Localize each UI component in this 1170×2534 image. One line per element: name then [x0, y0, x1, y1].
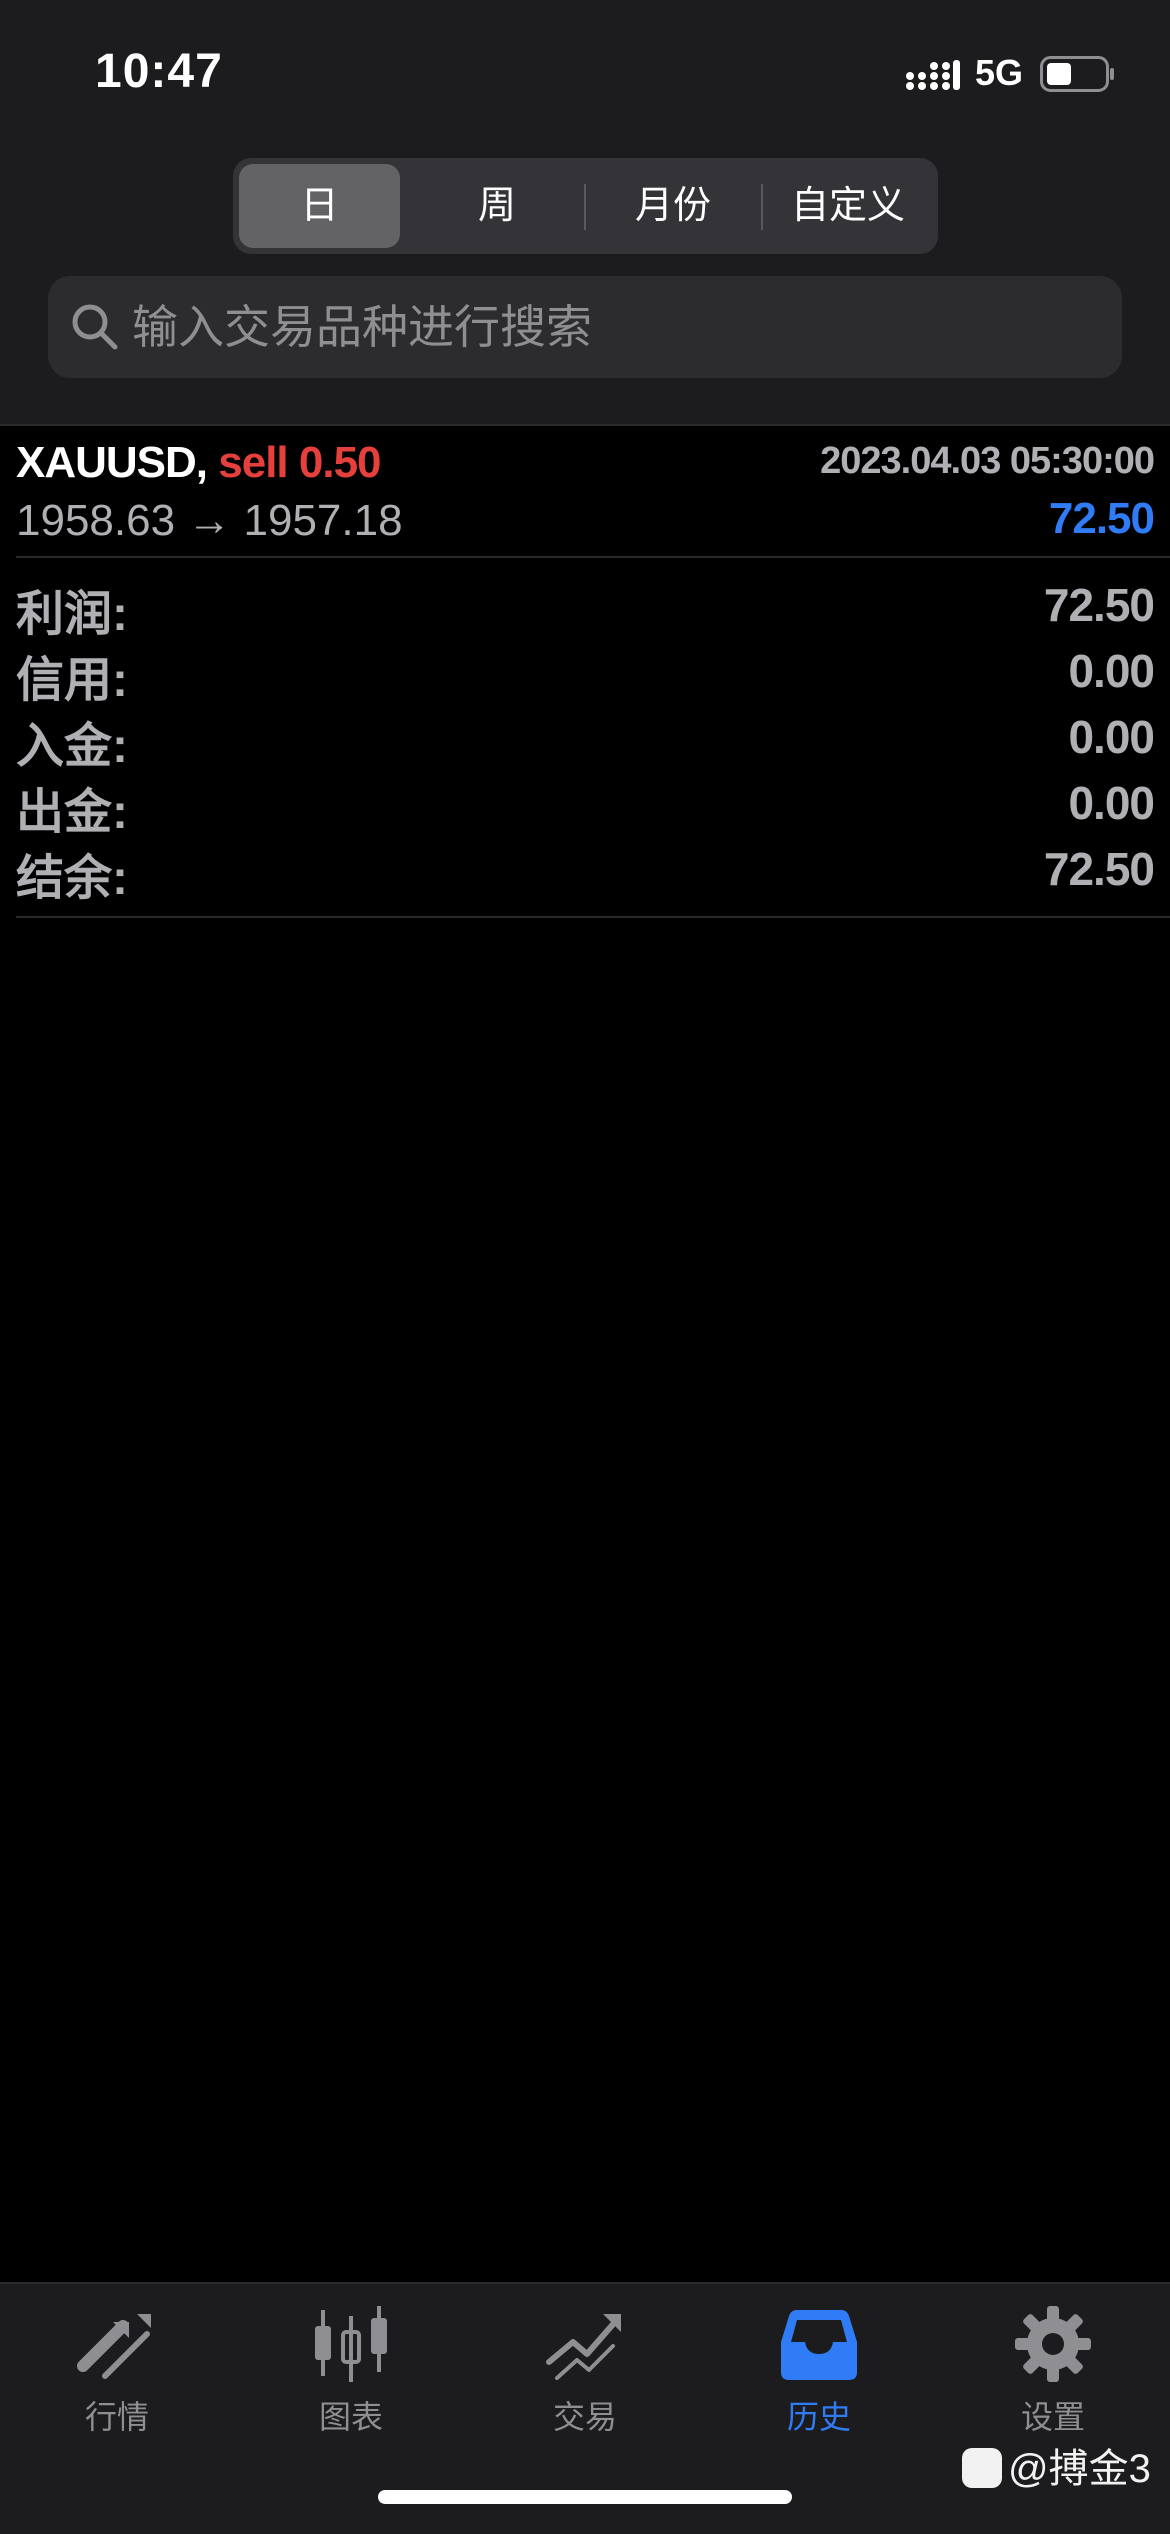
summary-value: 0.00 — [1068, 645, 1155, 697]
status-time: 10:47 — [95, 45, 223, 98]
search-icon — [72, 304, 118, 350]
tab-settings[interactable]: 设置 — [936, 2302, 1170, 2452]
deal-row[interactable]: XAUUSD, sell 0.50 2023.04.03 05:30:00 19… — [0, 426, 1170, 556]
gear-icon — [1015, 2306, 1091, 2382]
summary-label: 结余: — [16, 852, 128, 905]
divider — [16, 916, 1170, 918]
segment-day[interactable]: 日 — [239, 164, 400, 248]
tab-label: 设置 — [1020, 2399, 1085, 2435]
segment-week[interactable]: 周 — [411, 164, 583, 248]
summary-value: 0.00 — [1068, 711, 1155, 763]
quotes-icon — [77, 2314, 151, 2379]
deal-symbol: XAUUSD, sell 0.50 — [16, 438, 382, 488]
summary-label: 信用: — [16, 654, 128, 707]
chart-icon — [315, 2306, 387, 2382]
summary-row-withdrawal: 出金: 0.00 — [0, 768, 1170, 839]
watermark: @搏金3 — [962, 2436, 1151, 2496]
watermark-logo-icon — [962, 2448, 1002, 2488]
home-indicator[interactable] — [378, 2490, 792, 2504]
tab-label: 图表 — [318, 2399, 383, 2435]
segment-month[interactable]: 月份 — [586, 164, 760, 248]
deal-profit: 72.50 — [1048, 494, 1155, 543]
period-segmented-control: 日 周 月份 自定义 — [233, 158, 938, 254]
summary-label: 利润: — [16, 588, 128, 641]
history-icon — [781, 2310, 857, 2380]
summary-row-profit: 利润: 72.50 — [0, 570, 1170, 641]
status-bar: 10:47 5G — [0, 0, 1170, 140]
summary-label: 出金: — [16, 786, 128, 839]
deal-time: 2023.04.03 05:30:00 — [820, 440, 1155, 482]
tab-quotes[interactable]: 行情 — [0, 2302, 234, 2452]
search-input[interactable] — [132, 276, 1092, 378]
deal-prices: 1958.63 → 1957.18 — [16, 496, 403, 545]
divider — [16, 556, 1170, 558]
tab-trade[interactable]: 交易 — [468, 2302, 702, 2452]
segment-custom[interactable]: 自定义 — [763, 164, 933, 248]
summary-label: 入金: — [16, 720, 128, 773]
tab-label: 行情 — [84, 2399, 149, 2435]
watermark-text: @搏金3 — [1008, 2447, 1151, 2491]
deal-symbol-name: XAUUSD, — [16, 438, 208, 487]
summary-value: 0.00 — [1068, 777, 1155, 829]
search-bar[interactable] — [48, 276, 1122, 378]
tab-chart[interactable]: 图表 — [234, 2302, 468, 2452]
battery-icon — [1040, 56, 1114, 92]
trade-icon — [546, 2314, 621, 2380]
tab-label: 历史 — [786, 2399, 851, 2435]
summary-row-balance: 结余: 72.50 — [0, 834, 1170, 905]
cellular-signal-icon — [906, 60, 960, 90]
tab-history[interactable]: 历史 — [702, 2302, 936, 2452]
summary-value: 72.50 — [1043, 843, 1155, 895]
summary-row-credit: 信用: 0.00 — [0, 636, 1170, 707]
summary-row-deposit: 入金: 0.00 — [0, 702, 1170, 773]
summary-value: 72.50 — [1043, 579, 1155, 631]
network-type: 5G — [975, 52, 1024, 93]
deal-side-volume: sell 0.50 — [218, 438, 381, 487]
tab-label: 交易 — [552, 2399, 617, 2435]
